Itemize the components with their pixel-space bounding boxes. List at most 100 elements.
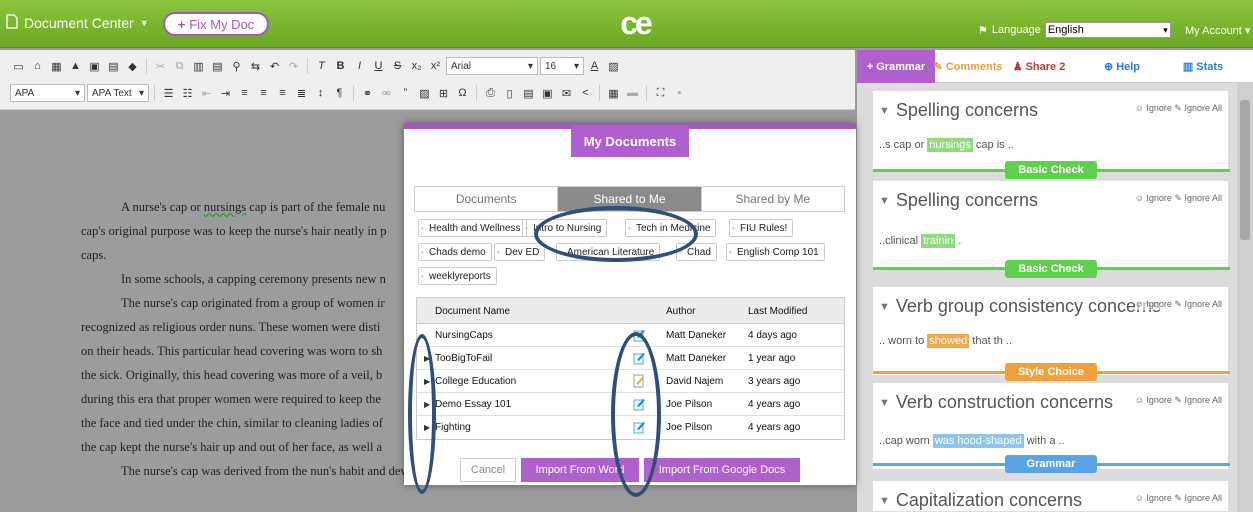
save-as-icon[interactable]: ▤ <box>105 58 122 75</box>
comment-icon[interactable]: ▬ <box>624 85 641 102</box>
replace-icon[interactable]: ⇆ <box>247 58 264 75</box>
find-icon[interactable]: ⚲ <box>228 58 245 75</box>
edit-doc-icon[interactable] <box>633 374 645 388</box>
language-select[interactable]: English ▾ <box>1044 22 1171 38</box>
ignore-actions[interactable]: ☺ Ignore ✎ Ignore All <box>1134 299 1222 310</box>
email-icon[interactable]: ✉ <box>558 85 575 102</box>
export-icon[interactable]: ▣ <box>539 85 556 102</box>
copy-icon[interactable]: ⧉ <box>171 58 188 75</box>
edit-doc-icon[interactable] <box>633 351 645 365</box>
font-family-select[interactable]: Arial ▾ <box>446 57 538 75</box>
tab-shared-by-me[interactable]: Shared by Me <box>702 187 844 211</box>
edit-doc-icon[interactable] <box>633 397 645 411</box>
quote-icon[interactable]: ” <box>397 85 414 102</box>
issue-card[interactable]: ▼ Spelling concerns ☺ Ignore ✎ Ignore All… <box>872 180 1230 278</box>
unlink-icon[interactable]: ⚮ <box>378 85 395 102</box>
undo-icon[interactable]: ↶ <box>266 58 283 75</box>
tab-documents[interactable]: Documents <box>415 187 559 211</box>
drive-icon[interactable]: ▲ <box>67 58 84 75</box>
table-icon[interactable]: ⊞ <box>435 85 452 102</box>
folder-tag[interactable]: American Literature <box>556 243 661 261</box>
folder-tag[interactable]: FIU Rules! <box>729 219 794 237</box>
issue-card[interactable]: ▼ Verb group consistency concerns ☺ Ignor… <box>872 286 1230 381</box>
outdent-icon[interactable]: ⇤ <box>198 85 215 102</box>
paste-icon[interactable]: ▥ <box>190 58 207 75</box>
open-icon[interactable]: ⌂ <box>29 58 46 75</box>
blocks-icon[interactable]: ▪ <box>671 85 688 102</box>
tab-help[interactable]: ⊕ Help <box>1077 50 1167 83</box>
issue-highlight[interactable]: was hood-shaped <box>932 434 1024 448</box>
bold-icon[interactable]: B <box>332 58 349 75</box>
link-icon[interactable]: ⚭ <box>359 85 376 102</box>
strikethrough-icon[interactable]: S <box>389 58 406 75</box>
image-icon[interactable]: ▨ <box>416 85 433 102</box>
cancel-button[interactable]: Cancel <box>460 458 516 482</box>
table-row[interactable]: ▶ Fighting Joe Pilson 4 years ago <box>417 416 844 439</box>
tab-stats[interactable]: ▥ Stats <box>1167 50 1239 83</box>
folder-tag[interactable]: English Comp 101 <box>726 243 825 261</box>
issue-highlight[interactable]: nursings <box>927 138 973 152</box>
save-icon[interactable]: ▣ <box>86 58 103 75</box>
my-account-menu[interactable]: My Account ▾ <box>1185 24 1250 37</box>
issue-highlight[interactable]: trainin <box>921 234 956 248</box>
font-size-select[interactable]: 16 ▾ <box>540 57 584 75</box>
paste-text-icon[interactable]: ▤ <box>209 58 226 75</box>
indent-icon[interactable]: ⇥ <box>217 85 234 102</box>
column-header[interactable]: Last Modified <box>748 306 807 317</box>
text-color-icon[interactable]: A <box>586 58 603 75</box>
edit-doc-icon[interactable] <box>633 328 645 342</box>
folder-tag[interactable]: Tech in Medicine <box>625 219 717 237</box>
align-center-icon[interactable]: ≡ <box>255 85 272 102</box>
folder-tag[interactable]: Intro to Nursing <box>522 219 608 237</box>
ignore-actions[interactable]: ☺ Ignore ✎ Ignore All <box>1135 493 1222 504</box>
expand-arrow-icon[interactable]: ▶ <box>424 354 430 363</box>
symbol-icon[interactable]: Ω <box>454 85 471 102</box>
fix-my-doc-button[interactable]: + Fix My Doc <box>163 12 269 36</box>
tab-share[interactable]: ♟ Share 2 <box>1001 50 1077 83</box>
ignore-actions[interactable]: ☺ Ignore ✎ Ignore All <box>1135 193 1222 204</box>
expand-arrow-icon[interactable]: ▶ <box>424 377 430 386</box>
template-icon[interactable]: ▦ <box>48 58 65 75</box>
table-row[interactable]: ▶ Demo Essay 101 Joe Pilson 4 years ago <box>417 393 844 416</box>
format-select[interactable]: APA Text ▾ <box>87 84 149 102</box>
column-header[interactable]: Document Name <box>435 306 510 317</box>
issue-card[interactable]: ▼ Capitalization concerns ☺ Ignore ✎ Igno… <box>872 480 1229 512</box>
underline-icon[interactable]: U <box>370 58 387 75</box>
expand-arrow-icon[interactable]: ▶ <box>424 400 430 409</box>
preview-icon[interactable]: ▯ <box>501 85 518 102</box>
remove-format-icon[interactable]: T <box>313 58 330 75</box>
folder-tag[interactable]: Chad <box>676 243 717 261</box>
issue-card[interactable]: ▼ Verb construction concerns ☺ Ignore ✎ I… <box>872 382 1230 473</box>
align-left-icon[interactable]: ≡ <box>236 85 253 102</box>
folder-tag[interactable]: Chads demo <box>418 243 492 261</box>
tab-shared-to-me[interactable]: Shared to Me <box>558 187 702 211</box>
numbered-list-icon[interactable]: ☰ <box>160 85 177 102</box>
folder-tag[interactable]: Health and Wellness <box>418 219 527 237</box>
justify-icon[interactable]: ≣ <box>293 85 310 102</box>
source-icon[interactable]: ▦ <box>605 85 622 102</box>
folder-tag[interactable]: weeklyreports <box>418 267 497 285</box>
ignore-actions[interactable]: ☺ Ignore ✎ Ignore All <box>1135 395 1222 406</box>
print-icon[interactable]: ⎙ <box>482 85 499 102</box>
align-right-icon[interactable]: ≡ <box>274 85 291 102</box>
table-row[interactable]: ▶ College Education David Najem 3 years … <box>417 370 844 393</box>
expand-arrow-icon[interactable]: ▶ <box>424 423 430 432</box>
misspelled-word[interactable]: nursings <box>204 200 246 214</box>
issue-card[interactable]: ▼ Spelling concerns ☺ Ignore ✎ Ignore All… <box>872 90 1230 179</box>
import-word-button[interactable]: Import From Word <box>521 458 639 482</box>
bullet-list-icon[interactable]: ☷ <box>179 85 196 102</box>
table-row[interactable]: NursingCaps Matt Daneker 4 days ago <box>417 324 844 347</box>
edit-doc-icon[interactable] <box>633 420 645 434</box>
table-row[interactable]: ▶ TooBigToFail Matt Daneker 1 year ago <box>417 347 844 370</box>
paragraph-icon[interactable]: ¶ <box>331 85 348 102</box>
bg-color-icon[interactable]: ▨ <box>605 58 622 75</box>
clear-icon[interactable]: ◆ <box>124 58 141 75</box>
tab-comments[interactable]: ✎ Comments <box>933 50 1002 83</box>
line-spacing-icon[interactable]: ↕ <box>312 85 329 102</box>
scrollbar-thumb[interactable] <box>1240 100 1250 240</box>
style-select[interactable]: APA ▾ <box>10 84 85 102</box>
share-icon[interactable]: < <box>577 85 594 102</box>
cut-icon[interactable]: ✂ <box>152 58 169 75</box>
redo-icon[interactable]: ↷ <box>285 58 302 75</box>
new-doc-icon[interactable]: ▭ <box>10 58 27 75</box>
